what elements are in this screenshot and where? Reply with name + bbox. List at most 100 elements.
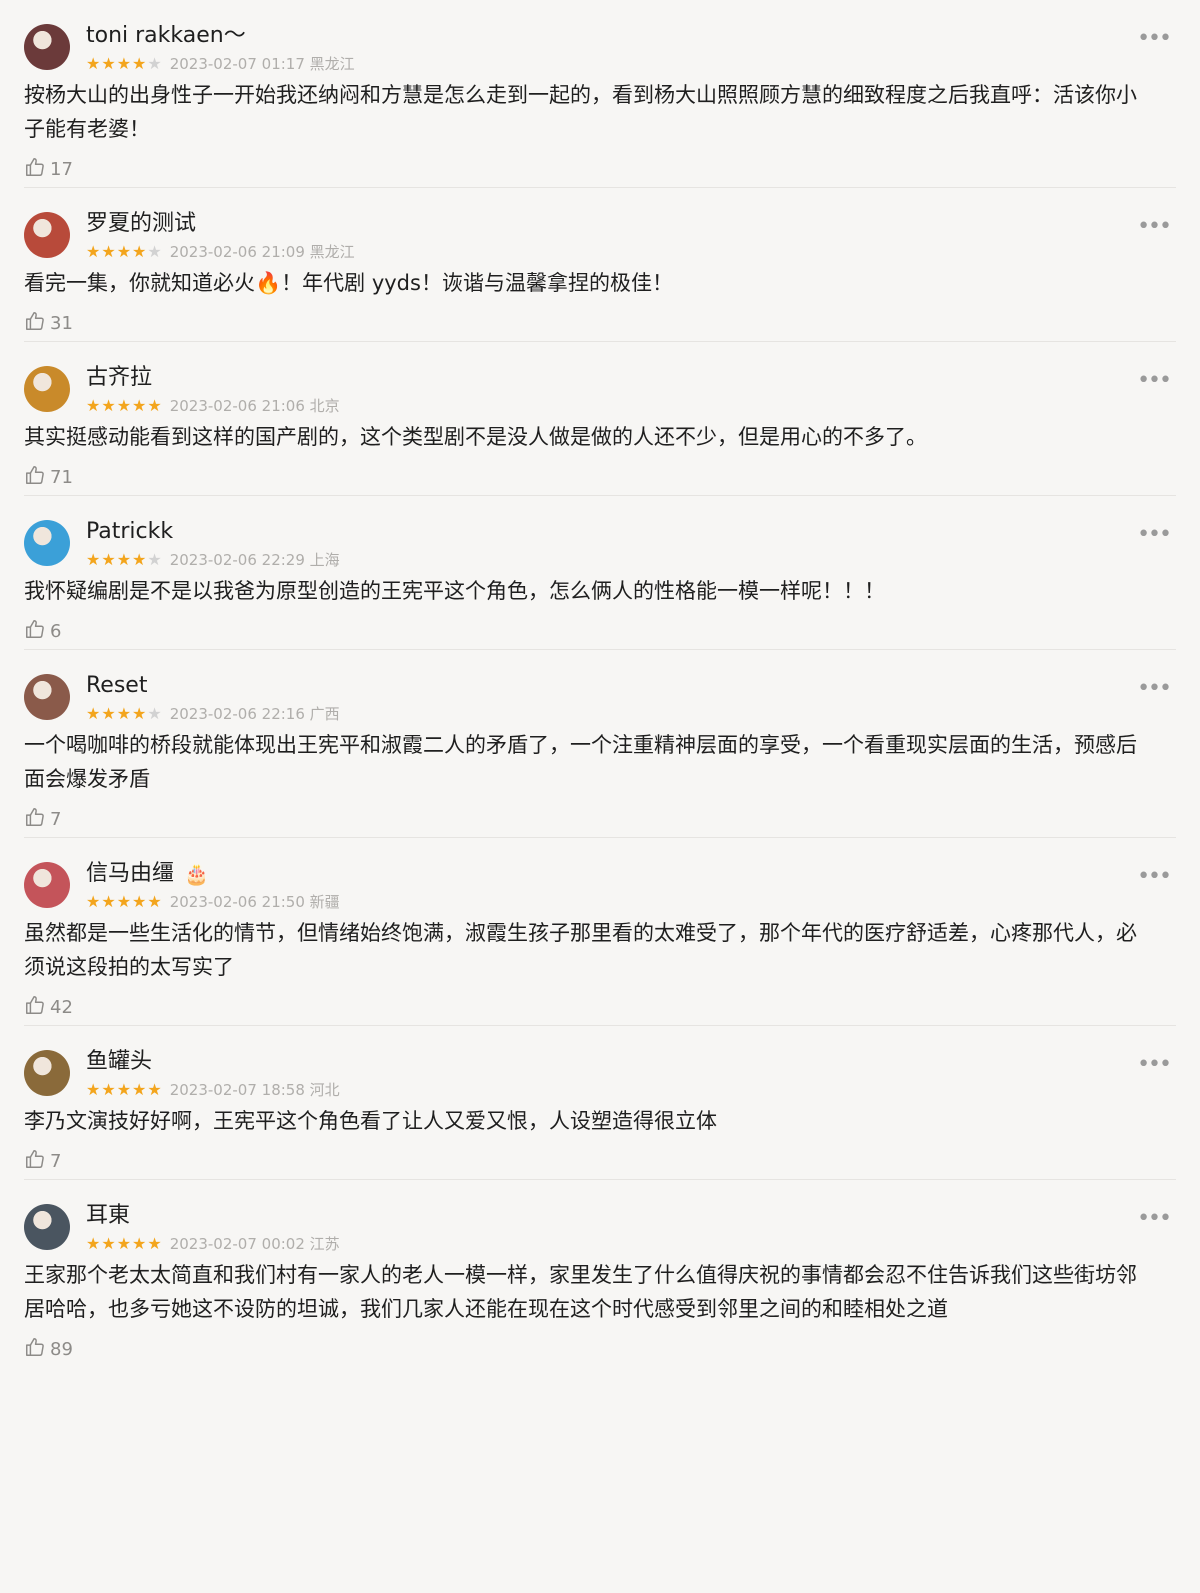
star-filled-icon: ★	[147, 1233, 162, 1253]
avatar[interactable]	[24, 862, 70, 908]
rating-stars: ★ ★ ★ ★ ★	[86, 549, 162, 569]
username-text[interactable]: Patrickk	[86, 518, 173, 546]
rating-stars: ★ ★ ★ ★ ★	[86, 53, 162, 73]
like-button[interactable]: 6	[24, 612, 1176, 650]
review-header: 罗夏的测试 ★ ★ ★ ★ ★ 2023-02-06 21:09 黑龙江	[86, 210, 1176, 266]
rating-stars: ★ ★ ★ ★ ★	[86, 1079, 162, 1099]
like-button[interactable]: 31	[24, 304, 1176, 342]
timestamp-location: 2023-02-07 00:02 江苏	[169, 1235, 340, 1253]
username-text[interactable]: 罗夏的测试	[86, 210, 196, 238]
username[interactable]: Reset	[86, 672, 147, 700]
star-filled-icon: ★	[132, 395, 147, 415]
star-filled-icon: ★	[101, 1079, 116, 1099]
review-list: toni rakkaen～ ★ ★ ★ ★ ★ 2023-02-07 01:17 黑龙江 …	[0, 0, 1200, 1368]
avatar[interactable]	[24, 520, 70, 566]
review-text: 王家那个老太太简直和我们村有一家人的老人一模一样，家里发生了什么值得庆祝的事情都…	[24, 1263, 1137, 1321]
review-text: 看完一集，你就知道必火🔥！年代剧 yyds！诙谐与温馨拿捏的极佳！	[24, 271, 673, 295]
like-count: 71	[50, 466, 73, 488]
avatar[interactable]	[24, 212, 70, 258]
star-empty-icon: ★	[147, 241, 162, 261]
timestamp-location: 2023-02-06 22:16 广西	[169, 705, 340, 723]
username-text[interactable]: Reset	[86, 672, 147, 700]
like-button[interactable]: 89	[24, 1330, 1176, 1368]
review-item: 信马由缰 🎂 ★ ★ ★ ★ ★ 2023-02-06 21:50 新疆 ••• 虽然都是一…	[0, 838, 1200, 1026]
like-button[interactable]: 71	[24, 458, 1176, 496]
like-count: 17	[50, 158, 73, 180]
like-button[interactable]: 42	[24, 988, 1176, 1026]
more-options-icon[interactable]: •••	[1137, 678, 1172, 700]
more-options-icon[interactable]: •••	[1137, 1208, 1172, 1230]
star-filled-icon: ★	[86, 53, 101, 73]
star-filled-icon: ★	[101, 241, 116, 261]
review-item: Patrickk ★ ★ ★ ★ ★ 2023-02-06 22:29 上海 ••• 我怀…	[0, 496, 1200, 650]
star-filled-icon: ★	[116, 241, 132, 261]
star-filled-icon: ★	[86, 703, 101, 723]
rating-stars: ★ ★ ★ ★ ★	[86, 703, 162, 723]
username-text[interactable]: 信马由缰	[86, 860, 174, 888]
star-filled-icon: ★	[86, 1233, 101, 1253]
star-filled-icon: ★	[132, 549, 147, 569]
username[interactable]: 罗夏的测试	[86, 210, 196, 238]
review-header: Reset ★ ★ ★ ★ ★ 2023-02-06 22:16 广西	[86, 672, 1176, 728]
like-button[interactable]: 7	[24, 800, 1176, 838]
like-button[interactable]: 7	[24, 1142, 1176, 1180]
review-header: toni rakkaen～ ★ ★ ★ ★ ★ 2023-02-07 01:17 黑龙江	[86, 22, 1176, 78]
review-item: 罗夏的测试 ★ ★ ★ ★ ★ 2023-02-06 21:09 黑龙江 ••• 看完一集…	[0, 188, 1200, 342]
avatar[interactable]	[24, 24, 70, 70]
star-filled-icon: ★	[101, 53, 116, 73]
star-filled-icon: ★	[147, 891, 162, 911]
username-text[interactable]: 鱼罐头	[86, 1048, 152, 1076]
more-options-icon[interactable]: •••	[1137, 1054, 1172, 1076]
review-text: 虽然都是一些生活化的情节，但情绪始终饱满，淑霞生孩子那里看的太难受了，那个年代的…	[24, 921, 1137, 979]
thumbs-up-icon	[24, 464, 46, 491]
more-options-icon[interactable]: •••	[1137, 28, 1172, 50]
review-item: 耳東 ★ ★ ★ ★ ★ 2023-02-07 00:02 江苏 ••• 王家那个老太太简…	[0, 1180, 1200, 1368]
review-item: Reset ★ ★ ★ ★ ★ 2023-02-06 22:16 广西 ••• 一个喝咖啡…	[0, 650, 1200, 838]
rating-stars: ★ ★ ★ ★ ★	[86, 1233, 162, 1253]
thumbs-up-icon	[24, 156, 46, 183]
timestamp-location: 2023-02-06 22:29 上海	[169, 551, 340, 569]
username[interactable]: 信马由缰 🎂	[86, 860, 209, 888]
more-options-icon[interactable]: •••	[1137, 524, 1172, 546]
review-text: 按杨大山的出身性子一开始我还纳闷和方慧是怎么走到一起的，看到杨大山照照顾方慧的细…	[24, 83, 1137, 141]
star-filled-icon: ★	[132, 891, 147, 911]
star-empty-icon: ★	[147, 703, 162, 723]
timestamp-location: 2023-02-06 21:06 北京	[169, 397, 340, 415]
username[interactable]: 古齐拉	[86, 364, 152, 392]
username[interactable]: 鱼罐头	[86, 1048, 152, 1076]
username-text[interactable]: toni rakkaen～	[86, 22, 246, 50]
star-filled-icon: ★	[86, 395, 101, 415]
review-header: Patrickk ★ ★ ★ ★ ★ 2023-02-06 22:29 上海	[86, 518, 1176, 574]
like-button[interactable]: 17	[24, 150, 1176, 188]
avatar[interactable]	[24, 674, 70, 720]
star-filled-icon: ★	[116, 53, 132, 73]
star-filled-icon: ★	[101, 549, 116, 569]
like-count: 89	[50, 1338, 73, 1360]
avatar[interactable]	[24, 1050, 70, 1096]
star-filled-icon: ★	[101, 395, 116, 415]
more-options-icon[interactable]: •••	[1137, 370, 1172, 392]
rating-stars: ★ ★ ★ ★ ★	[86, 395, 162, 415]
more-options-icon[interactable]: •••	[1137, 866, 1172, 888]
username-text[interactable]: 古齐拉	[86, 364, 152, 392]
review-header: 信马由缰 🎂 ★ ★ ★ ★ ★ 2023-02-06 21:50 新疆	[86, 860, 1176, 916]
more-options-icon[interactable]: •••	[1137, 216, 1172, 238]
avatar[interactable]	[24, 366, 70, 412]
star-filled-icon: ★	[116, 891, 132, 911]
like-count: 7	[50, 1150, 62, 1172]
username-text[interactable]: 耳東	[86, 1202, 130, 1230]
star-filled-icon: ★	[116, 395, 132, 415]
avatar[interactable]	[24, 1204, 70, 1250]
username[interactable]: 耳東	[86, 1202, 130, 1230]
review-text: 一个喝咖啡的桥段就能体现出王宪平和淑霞二人的矛盾了，一个注重精神层面的享受，一个…	[24, 733, 1137, 791]
star-filled-icon: ★	[132, 53, 147, 73]
review-header: 鱼罐头 ★ ★ ★ ★ ★ 2023-02-07 18:58 河北	[86, 1048, 1176, 1104]
star-filled-icon: ★	[101, 1233, 116, 1253]
review-text: 李乃文演技好好啊，王宪平这个角色看了让人又爱又恨，人设塑造得很立体	[24, 1109, 717, 1133]
username[interactable]: toni rakkaen～	[86, 22, 246, 50]
star-filled-icon: ★	[86, 549, 101, 569]
star-filled-icon: ★	[147, 1079, 162, 1099]
rating-stars: ★ ★ ★ ★ ★	[86, 891, 162, 911]
username[interactable]: Patrickk	[86, 518, 173, 546]
thumbs-up-icon	[24, 1148, 46, 1175]
